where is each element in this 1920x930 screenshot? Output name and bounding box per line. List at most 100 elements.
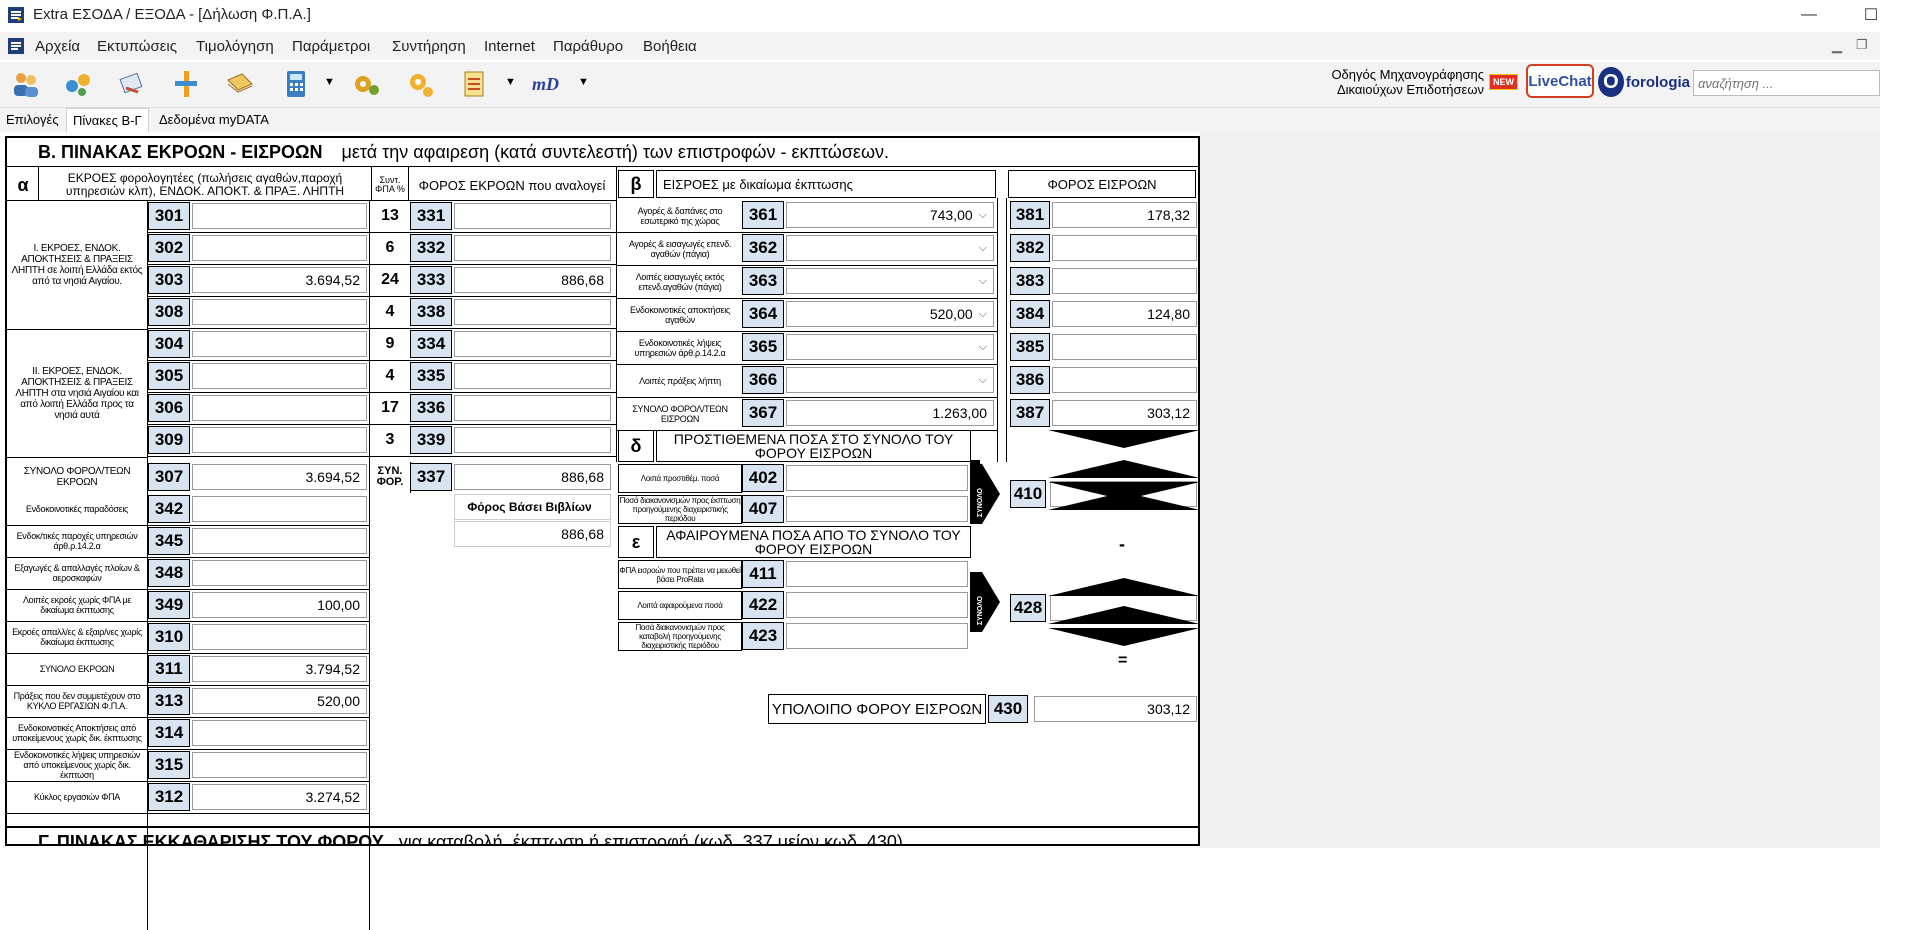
subsidy-guide-link[interactable]: Οδηγός Μηχανογράφησης Δικαιούχων Επιδοτή… bbox=[1300, 67, 1484, 97]
tab-mydata[interactable]: Δεδομένα myDATA bbox=[153, 108, 275, 132]
menu-invoicing[interactable]: Τιμολόγηση bbox=[196, 38, 274, 55]
tools-icon[interactable] bbox=[170, 68, 202, 100]
chevron-down-icon[interactable]: ⌵ bbox=[979, 374, 987, 387]
menu-maintenance[interactable]: Συντήρηση bbox=[392, 38, 466, 55]
forologia-o-icon: O bbox=[1598, 67, 1624, 97]
field-385[interactable] bbox=[1052, 334, 1197, 360]
row-divider bbox=[147, 296, 617, 297]
field-311[interactable]: 3.794,52 bbox=[192, 656, 367, 682]
mdi-restore-icon[interactable]: ❐ bbox=[1856, 37, 1868, 53]
menu-window[interactable]: Παράθυρο bbox=[553, 38, 623, 55]
field-423[interactable] bbox=[786, 623, 968, 649]
field-336[interactable] bbox=[454, 395, 611, 421]
menu-prints[interactable]: Εκτυπώσεις bbox=[97, 38, 177, 55]
field-366[interactable]: ⌵ bbox=[786, 367, 994, 393]
title-bar: Extra ΕΣΟΔΑ / ΕΞΟΔΑ - [Δήλωση Φ.Π.Α.] — … bbox=[0, 0, 1920, 30]
field-334[interactable] bbox=[454, 331, 611, 357]
field-402[interactable] bbox=[786, 465, 968, 491]
field-312[interactable]: 3.274,52 bbox=[192, 784, 367, 810]
field-315[interactable] bbox=[192, 752, 367, 778]
label-366: Λοιπές πράξεις λήπτη bbox=[639, 375, 721, 386]
app-menu-icon[interactable] bbox=[7, 37, 25, 55]
code-402: 402 bbox=[742, 464, 784, 492]
field-363[interactable]: ⌵ bbox=[786, 268, 994, 294]
field-342[interactable] bbox=[192, 496, 367, 522]
field-430[interactable]: 303,12 bbox=[1034, 696, 1197, 722]
field-407[interactable] bbox=[786, 496, 968, 522]
customers-icon[interactable] bbox=[10, 68, 42, 100]
field-338[interactable] bbox=[454, 299, 611, 325]
field-383[interactable] bbox=[1052, 268, 1197, 294]
field-314[interactable] bbox=[192, 720, 367, 746]
menu-internet[interactable]: Internet bbox=[484, 38, 535, 55]
code-301: 301 bbox=[148, 202, 190, 230]
window-title: Extra ΕΣΟΔΑ / ΕΞΟΔΑ - [Δήλωση Φ.Π.Α.] bbox=[33, 6, 311, 23]
field-302[interactable] bbox=[192, 235, 367, 261]
delta-header: ΠΡΟΣΤΙΘΕΜΕΝΑ ΠΟΣΑ ΣΤΟ ΣΥΝΟΛΟ ΤΟΥ ΦΟΡΟΥ Ε… bbox=[656, 430, 971, 462]
field-309[interactable] bbox=[192, 427, 367, 453]
documents-icon[interactable] bbox=[116, 68, 148, 100]
checklist-icon[interactable] bbox=[458, 68, 490, 100]
calculator-dropdown-icon[interactable]: ▼ bbox=[324, 76, 335, 88]
menu-parameters[interactable]: Παράμετροι bbox=[292, 38, 370, 55]
menu-files[interactable]: Αρχεία bbox=[35, 38, 80, 55]
field-361[interactable]: 743,00 ⌵ bbox=[786, 202, 994, 228]
field-313[interactable]: 520,00 bbox=[192, 688, 367, 714]
tab-tables-b-g[interactable]: Πίνακες Β-Γ bbox=[66, 108, 149, 132]
forologia-text: forologia bbox=[1625, 73, 1690, 91]
field-345[interactable] bbox=[192, 528, 367, 554]
field-304[interactable] bbox=[192, 331, 367, 357]
chevron-down-icon[interactable]: ⌵ bbox=[979, 242, 987, 255]
field-333[interactable]: 886,68 bbox=[454, 267, 611, 293]
book-icon[interactable] bbox=[224, 68, 256, 100]
field-349[interactable]: 100,00 bbox=[192, 592, 367, 618]
field-307[interactable]: 3.694,52 bbox=[192, 464, 367, 490]
mdi-minimize-icon[interactable]: ▁ bbox=[1832, 38, 1842, 54]
field-384[interactable]: 124,80 bbox=[1052, 301, 1197, 327]
code-338: 338 bbox=[410, 298, 452, 326]
field-411[interactable] bbox=[786, 561, 968, 587]
forologia-logo[interactable]: O forologia bbox=[1598, 65, 1690, 99]
field-339[interactable] bbox=[454, 427, 611, 453]
rate-301: 13 bbox=[381, 207, 399, 224]
mydata-icon[interactable]: mD bbox=[530, 68, 568, 100]
code-362: 362 bbox=[742, 234, 784, 262]
field-381[interactable]: 178,32 bbox=[1052, 202, 1197, 228]
vat-form: Β. ΠΙΝΑΚΑΣ ΕΚΡΟΩΝ - ΕΙΣΡΟΩΝ μετά την αφα… bbox=[0, 132, 1200, 930]
exchange-icon[interactable] bbox=[62, 68, 94, 100]
field-365[interactable]: ⌵ bbox=[786, 334, 994, 360]
field-332[interactable] bbox=[454, 235, 611, 261]
checklist-dropdown-icon[interactable]: ▼ bbox=[505, 76, 516, 88]
chevron-down-icon[interactable]: ⌵ bbox=[979, 209, 987, 222]
field-422[interactable] bbox=[786, 592, 968, 618]
field-306[interactable] bbox=[192, 395, 367, 421]
tab-options[interactable]: Επιλογές bbox=[0, 108, 65, 132]
field-303[interactable]: 3.694,52 bbox=[192, 267, 367, 293]
label-311: ΣΥΝΟΛΟ ΕΚΡΟΩΝ bbox=[39, 664, 115, 674]
settings-gears-icon[interactable] bbox=[350, 68, 382, 100]
field-367[interactable]: 1.263,00 bbox=[786, 400, 994, 426]
field-382[interactable] bbox=[1052, 235, 1197, 261]
field-386[interactable] bbox=[1052, 367, 1197, 393]
field-362[interactable]: ⌵ bbox=[786, 235, 994, 261]
field-310[interactable] bbox=[192, 624, 367, 650]
chevron-down-icon[interactable]: ⌵ bbox=[979, 275, 987, 288]
field-364[interactable]: 520,00 ⌵ bbox=[786, 301, 994, 327]
calculator-icon[interactable] bbox=[280, 68, 312, 100]
minimize-button[interactable]: — bbox=[1786, 0, 1832, 30]
field-387[interactable]: 303,12 bbox=[1052, 400, 1197, 426]
field-348[interactable] bbox=[192, 560, 367, 586]
livechat-button[interactable]: LiveChat bbox=[1526, 64, 1594, 98]
gear-icon[interactable] bbox=[404, 68, 436, 100]
field-305[interactable] bbox=[192, 363, 367, 389]
chevron-down-icon[interactable]: ⌵ bbox=[979, 341, 987, 354]
mydata-dropdown-icon[interactable]: ▼ bbox=[578, 76, 589, 88]
menu-help[interactable]: Βοήθεια bbox=[643, 38, 697, 55]
field-335[interactable] bbox=[454, 363, 611, 389]
field-331[interactable] bbox=[454, 203, 611, 229]
chevron-down-icon[interactable]: ⌵ bbox=[979, 308, 987, 321]
field-301[interactable] bbox=[192, 203, 367, 229]
field-337[interactable]: 886,68 bbox=[454, 464, 611, 490]
search-input[interactable] bbox=[1693, 70, 1880, 96]
field-308[interactable] bbox=[192, 299, 367, 325]
